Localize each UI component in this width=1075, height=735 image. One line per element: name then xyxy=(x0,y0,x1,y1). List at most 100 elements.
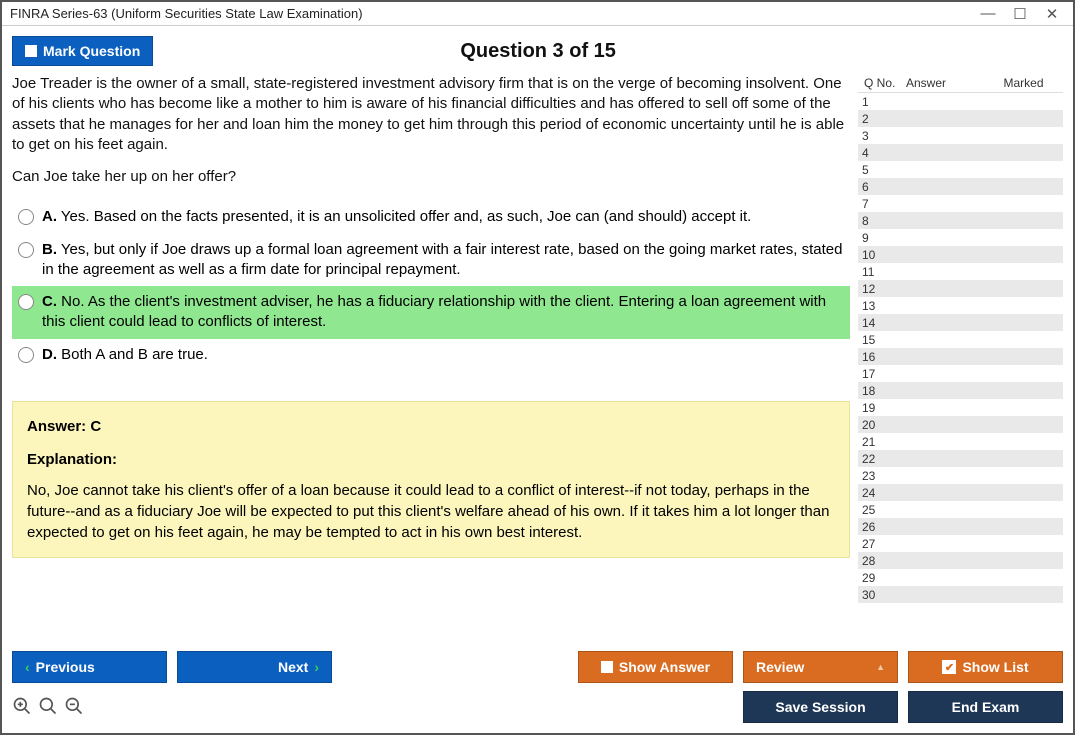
list-row[interactable]: 14 xyxy=(858,314,1063,331)
review-label: Review xyxy=(756,659,804,675)
list-row[interactable]: 16 xyxy=(858,348,1063,365)
list-row[interactable]: 26 xyxy=(858,518,1063,535)
list-cell-qno: 20 xyxy=(858,418,904,432)
list-cell-qno: 28 xyxy=(858,554,904,568)
option-a[interactable]: A. Yes. Based on the facts presented, it… xyxy=(12,201,850,233)
maximize-icon[interactable]: ☐ xyxy=(1013,7,1027,21)
list-row[interactable]: 30 xyxy=(858,586,1063,603)
list-cell-qno: 13 xyxy=(858,299,904,313)
list-row[interactable]: 4 xyxy=(858,144,1063,161)
list-row[interactable]: 22 xyxy=(858,450,1063,467)
button-row-1: ‹ Previous Next › Show Answer Review ▲ xyxy=(12,651,1063,683)
option-c[interactable]: C. No. As the client's investment advise… xyxy=(12,286,850,339)
list-cell-qno: 12 xyxy=(858,282,904,296)
explanation-label: Explanation: xyxy=(27,449,835,470)
list-cell-qno: 23 xyxy=(858,469,904,483)
mark-question-button[interactable]: Mark Question xyxy=(12,36,153,66)
checkbox-icon xyxy=(25,45,37,57)
option-b[interactable]: B. Yes, but only if Joe draws up a forma… xyxy=(12,234,850,287)
list-cell-qno: 4 xyxy=(858,146,904,160)
next-button[interactable]: Next › xyxy=(177,651,332,683)
list-header: Q No. Answer Marked xyxy=(858,74,1063,92)
previous-label: Previous xyxy=(36,659,95,675)
window-title: FINRA Series-63 (Uniform Securities Stat… xyxy=(10,6,981,21)
list-row[interactable]: 18 xyxy=(858,382,1063,399)
question-list-pane: Q No. Answer Marked 12345678910111213141… xyxy=(858,74,1063,641)
middle-row: Joe Treader is the owner of a small, sta… xyxy=(12,74,1063,641)
list-row[interactable]: 3 xyxy=(858,127,1063,144)
show-list-button[interactable]: ✔ Show List xyxy=(908,651,1063,683)
list-row[interactable]: 25 xyxy=(858,501,1063,518)
list-cell-qno: 30 xyxy=(858,588,904,602)
list-cell-qno: 5 xyxy=(858,163,904,177)
explanation-text: No, Joe cannot take his client's offer o… xyxy=(27,480,835,543)
list-row[interactable]: 23 xyxy=(858,467,1063,484)
list-row[interactable]: 12 xyxy=(858,280,1063,297)
option-d[interactable]: D. Both A and B are true. xyxy=(12,339,850,371)
list-row[interactable]: 19 xyxy=(858,399,1063,416)
end-label: End Exam xyxy=(952,699,1020,715)
mark-label: Mark Question xyxy=(43,43,140,59)
zoom-controls xyxy=(12,692,84,722)
review-button[interactable]: Review ▲ xyxy=(743,651,898,683)
list-cell-qno: 10 xyxy=(858,248,904,262)
show-answer-label: Show Answer xyxy=(619,659,710,675)
list-row[interactable]: 17 xyxy=(858,365,1063,382)
list-cell-qno: 11 xyxy=(858,265,904,279)
list-row[interactable]: 15 xyxy=(858,331,1063,348)
list-cell-qno: 16 xyxy=(858,350,904,364)
save-label: Save Session xyxy=(775,699,865,715)
list-row[interactable]: 5 xyxy=(858,161,1063,178)
list-row[interactable]: 20 xyxy=(858,416,1063,433)
list-row[interactable]: 27 xyxy=(858,535,1063,552)
question-text: Joe Treader is the owner of a small, sta… xyxy=(12,74,850,187)
zoom-out-icon[interactable] xyxy=(64,696,84,722)
show-list-label: Show List xyxy=(962,659,1028,675)
list-row[interactable]: 8 xyxy=(858,212,1063,229)
save-session-button[interactable]: Save Session xyxy=(743,691,898,723)
radio-icon xyxy=(18,242,34,258)
list-row[interactable]: 7 xyxy=(858,195,1063,212)
zoom-reset-icon[interactable] xyxy=(12,696,32,722)
list-cell-qno: 6 xyxy=(858,180,904,194)
list-row[interactable]: 10 xyxy=(858,246,1063,263)
radio-icon xyxy=(18,294,34,310)
header-answer: Answer xyxy=(906,76,986,90)
previous-button[interactable]: ‹ Previous xyxy=(12,651,167,683)
end-exam-button[interactable]: End Exam xyxy=(908,691,1063,723)
list-row[interactable]: 6 xyxy=(858,178,1063,195)
header-marked: Marked xyxy=(986,76,1061,90)
question-list[interactable]: 1234567891011121314151617181920212223242… xyxy=(858,92,1063,641)
minimize-icon[interactable]: — xyxy=(981,7,995,21)
header-qno: Q No. xyxy=(860,76,906,90)
option-b-label: B. Yes, but only if Joe draws up a forma… xyxy=(42,240,844,281)
question-pane: Joe Treader is the owner of a small, sta… xyxy=(12,74,854,641)
dropdown-arrow-icon: ▲ xyxy=(876,662,885,672)
list-row[interactable]: 21 xyxy=(858,433,1063,450)
show-answer-button[interactable]: Show Answer xyxy=(578,651,733,683)
list-row[interactable]: 9 xyxy=(858,229,1063,246)
list-cell-qno: 9 xyxy=(858,231,904,245)
list-cell-qno: 3 xyxy=(858,129,904,143)
list-row[interactable]: 28 xyxy=(858,552,1063,569)
content-area: Mark Question Question 3 of 15 Joe Tread… xyxy=(2,26,1073,733)
list-row[interactable]: 2 xyxy=(858,110,1063,127)
list-cell-qno: 26 xyxy=(858,520,904,534)
option-c-label: C. No. As the client's investment advise… xyxy=(42,292,844,333)
list-cell-qno: 18 xyxy=(858,384,904,398)
list-row[interactable]: 11 xyxy=(858,263,1063,280)
list-row[interactable]: 29 xyxy=(858,569,1063,586)
list-row[interactable]: 24 xyxy=(858,484,1063,501)
close-icon[interactable]: ✕ xyxy=(1045,7,1059,21)
list-cell-qno: 17 xyxy=(858,367,904,381)
question-para-1: Joe Treader is the owner of a small, sta… xyxy=(12,74,850,155)
chevron-left-icon: ‹ xyxy=(25,659,30,675)
header-row: Mark Question Question 3 of 15 xyxy=(12,32,1063,74)
radio-icon xyxy=(18,347,34,363)
zoom-in-icon[interactable] xyxy=(38,696,58,722)
checkbox-icon xyxy=(601,661,613,673)
list-row[interactable]: 1 xyxy=(858,93,1063,110)
app-window: FINRA Series-63 (Uniform Securities Stat… xyxy=(0,0,1075,735)
list-row[interactable]: 13 xyxy=(858,297,1063,314)
bottom-bar: ‹ Previous Next › Show Answer Review ▲ xyxy=(12,641,1063,723)
